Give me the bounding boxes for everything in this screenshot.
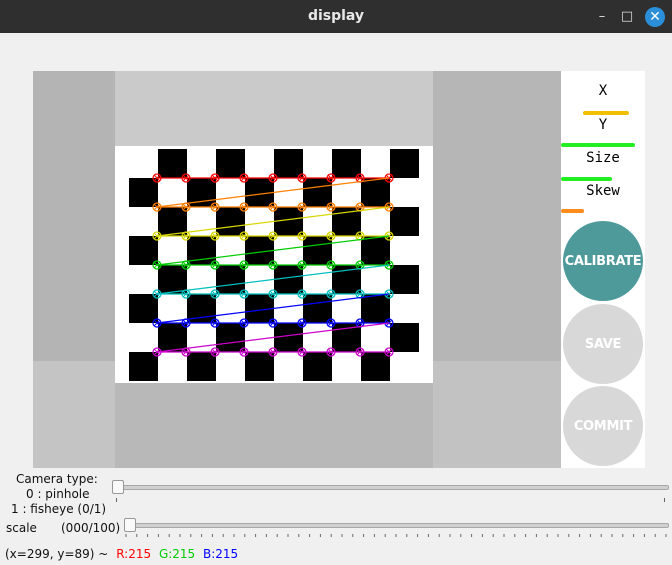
checker-square [361,352,390,381]
y-label: Y [598,117,608,133]
minimize-icon[interactable]: – [594,9,610,25]
camera-type-label-line3: 1 : fisheye (0/1) [11,502,107,516]
scale-label: scale [6,521,37,535]
checker-square [216,323,245,352]
x-label: X [598,83,608,99]
checker-square [390,265,419,294]
size-progress-bar [561,177,612,181]
camera-type-slider[interactable] [112,485,669,490]
checker-square [390,207,419,236]
checker-square [274,265,303,294]
checker-square [129,352,158,381]
checker-square [361,236,390,265]
y-progress-bar [561,143,635,147]
checker-square [390,149,419,178]
checker-square [158,323,187,352]
status-green-value: G:215 [158,547,196,561]
close-icon[interactable]: ✕ [645,7,665,27]
checker-square [187,352,216,381]
camera-image[interactable] [33,71,561,468]
status-blue-value: B:215 [203,547,239,561]
calibrate-button[interactable]: CALIBRATE [563,221,643,301]
window-client: X Y Size Skew CALIBRATE SAVE COMMIT Came… [0,33,672,565]
checker-square [216,149,245,178]
scale-value: (000/100) [61,521,121,535]
checker-square [216,265,245,294]
checker-square [158,149,187,178]
size-label: Size [586,150,620,166]
checker-square [129,178,158,207]
status-red-value: R:215 [116,547,152,561]
checker-square [303,294,332,323]
checker-square [158,265,187,294]
status-coords: (x=299, y=89) ~ [5,547,109,561]
status-bar: (x=299, y=89) ~ R:215 G:215 B:215 [0,544,672,565]
title-bar: display – □ ✕ [0,0,672,33]
checker-square [129,294,158,323]
checker-square [390,323,419,352]
camera-type-tick-max [664,498,665,502]
x-progress-bar [583,111,629,115]
camera-type-tick-min [116,498,117,502]
checker-square [274,323,303,352]
checker-square [274,207,303,236]
camera-type-label-line1: Camera type: [16,472,98,486]
scale-ticks [125,534,667,537]
checker-square [303,352,332,381]
checker-square [303,236,332,265]
camera-type-slider-thumb[interactable] [112,480,124,494]
checkerboard-view [33,71,561,468]
checker-square [216,207,245,236]
camera-type-label-line2: 0 : pinhole [26,487,90,501]
calibration-panel: X Y Size Skew CALIBRATE SAVE COMMIT [561,71,645,468]
checker-square [129,236,158,265]
checker-square [245,352,274,381]
skew-label: Skew [586,183,620,199]
window-title: display [307,8,365,24]
skew-progress-bar [561,209,584,213]
commit-button[interactable]: COMMIT [563,386,643,466]
checker-square [361,294,390,323]
maximize-icon[interactable]: □ [619,9,635,25]
scale-slider-thumb[interactable] [124,518,136,532]
checker-square [332,149,361,178]
save-button[interactable]: SAVE [563,304,643,384]
checker-square [274,149,303,178]
checker-square [303,178,332,207]
scale-slider[interactable] [124,523,669,528]
checker-square [158,207,187,236]
checker-square [361,178,390,207]
